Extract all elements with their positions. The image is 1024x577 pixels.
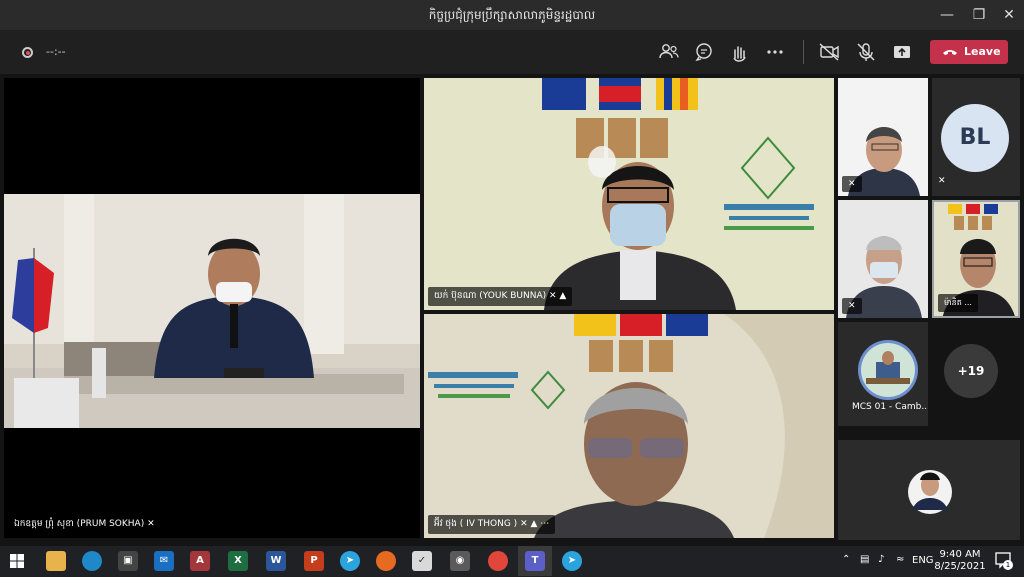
video-tile-mcs[interactable]: MCS 01 - Camb... bbox=[838, 322, 928, 426]
share-screen-button[interactable] bbox=[888, 38, 916, 66]
window-titlebar: កិច្ចប្រជុំក្រុមប្រឹក្សាសាលាភូមិន្ទរដ្ឋប… bbox=[0, 0, 1024, 30]
clock-date: 8/25/2021 bbox=[934, 561, 986, 572]
video-tile-participant-5[interactable]: ✕ bbox=[838, 78, 928, 196]
call-timer: --:-- bbox=[46, 45, 66, 58]
video-tile-participant-6[interactable]: ✕ bbox=[838, 200, 928, 318]
chat-button[interactable] bbox=[690, 38, 718, 66]
clock-time: 9:40 AM bbox=[939, 549, 981, 560]
participant-video bbox=[4, 194, 420, 428]
recording-icon bbox=[22, 47, 33, 58]
participant-name-tag: ម៉ានិត ... bbox=[938, 294, 978, 312]
excel-icon[interactable]: X bbox=[228, 551, 248, 571]
chrome-icon[interactable] bbox=[488, 551, 508, 571]
camera-off-icon bbox=[819, 43, 839, 61]
participant-video bbox=[424, 314, 834, 538]
avatar: BL bbox=[941, 104, 1009, 172]
mic-off-icon bbox=[857, 43, 875, 61]
toolbar-divider bbox=[803, 40, 804, 64]
teams-taskbar-active[interactable]: T bbox=[518, 546, 552, 576]
start-button[interactable] bbox=[6, 551, 28, 571]
windows-logo-icon bbox=[10, 554, 24, 568]
mail-icon[interactable]: ✉ bbox=[154, 551, 174, 571]
telegram-desktop-icon[interactable]: ➤ bbox=[562, 551, 582, 571]
taskbar-clock[interactable]: 9:40 AM 8/25/2021 bbox=[930, 549, 990, 573]
camera-app-icon[interactable]: ◉ bbox=[450, 551, 470, 571]
share-icon bbox=[894, 46, 910, 58]
reactions-button[interactable] bbox=[725, 38, 753, 66]
app-check-icon[interactable]: ✓ bbox=[412, 551, 432, 571]
network-icon[interactable]: ▤ bbox=[860, 554, 869, 565]
self-avatar bbox=[908, 470, 952, 514]
store-icon[interactable]: ▣ bbox=[118, 551, 138, 571]
raise-hand-icon bbox=[733, 46, 746, 62]
video-tile-participant-7[interactable]: ម៉ានិត ... bbox=[932, 200, 1020, 318]
phone-hangup-icon bbox=[943, 50, 957, 55]
teams-icon: T bbox=[525, 551, 545, 571]
leave-button[interactable]: Leave bbox=[930, 40, 1008, 64]
restore-button[interactable]: ❐ bbox=[962, 0, 996, 30]
notification-center-button[interactable]: 1 bbox=[994, 551, 1014, 571]
overflow-participants-button[interactable]: +19 bbox=[944, 344, 998, 398]
video-tile-youk-bunna[interactable]: យក់ ប៊ុនណា (YOUK BUNNA) ✕ ▲ bbox=[424, 78, 834, 310]
powerpoint-icon[interactable]: P bbox=[304, 551, 324, 571]
window-title: កិច្ចប្រជុំក្រុមប្រឹក្សាសាលាភូមិន្ទរដ្ឋប… bbox=[428, 8, 596, 22]
minimize-button[interactable]: — bbox=[930, 0, 964, 30]
participant-name-tag: អ៊ីវ ថុង ( IV THONG ) ✕ ▲ ⋯ bbox=[428, 515, 556, 534]
volume-icon[interactable]: ♪ bbox=[878, 554, 884, 565]
firefox-icon[interactable] bbox=[376, 551, 396, 571]
participant-video bbox=[424, 78, 834, 310]
windows-taskbar: ▣ ✉ A X W P ➤ ✓ ◉ T ➤ ⌃ ▤ ♪ ≈ ENG 9:40 A… bbox=[0, 546, 1024, 576]
mic-off-indicator: ✕ bbox=[842, 298, 862, 314]
more-actions-button[interactable] bbox=[761, 38, 789, 66]
access-icon[interactable]: A bbox=[190, 551, 210, 571]
telegram-icon[interactable]: ➤ bbox=[340, 551, 360, 571]
participant-name-tag: ឯកឧត្តម ព្រុំ សុខា (PRUM SOKHA) ✕ bbox=[8, 515, 161, 534]
file-explorer-icon[interactable] bbox=[46, 551, 66, 571]
chat-icon bbox=[695, 43, 712, 62]
notification-badge: 1 bbox=[1003, 560, 1013, 570]
participant-name-tag: យក់ ប៊ុនណា (YOUK BUNNA) ✕ ▲ bbox=[428, 287, 573, 306]
mic-toggle-button[interactable] bbox=[852, 38, 880, 66]
participant-name-label: MCS 01 - Camb... bbox=[852, 402, 928, 412]
tray-overflow-icon[interactable]: ⌃ bbox=[842, 554, 850, 565]
edge-icon[interactable] bbox=[82, 551, 102, 571]
people-icon bbox=[659, 44, 679, 59]
self-view-tile[interactable] bbox=[838, 440, 1020, 540]
video-tile-iv-thong[interactable]: អ៊ីវ ថុង ( IV THONG ) ✕ ▲ ⋯ bbox=[424, 314, 834, 538]
participants-button[interactable] bbox=[655, 38, 683, 66]
mic-off-indicator: ✕ bbox=[842, 176, 862, 192]
more-icon bbox=[767, 50, 783, 54]
leave-label: Leave bbox=[964, 45, 1001, 58]
call-controls-bar: --:-- Leave bbox=[0, 30, 1024, 74]
camera-toggle-button[interactable] bbox=[815, 38, 843, 66]
video-tile-prum-sokha[interactable]: ឯកឧត្តម ព្រុំ សុខា (PRUM SOKHA) ✕ bbox=[4, 78, 420, 538]
word-icon[interactable]: W bbox=[266, 551, 286, 571]
mic-off-icon: ✕ bbox=[938, 176, 946, 186]
close-button[interactable]: ✕ bbox=[992, 0, 1024, 30]
wifi-icon[interactable]: ≈ bbox=[896, 554, 904, 565]
